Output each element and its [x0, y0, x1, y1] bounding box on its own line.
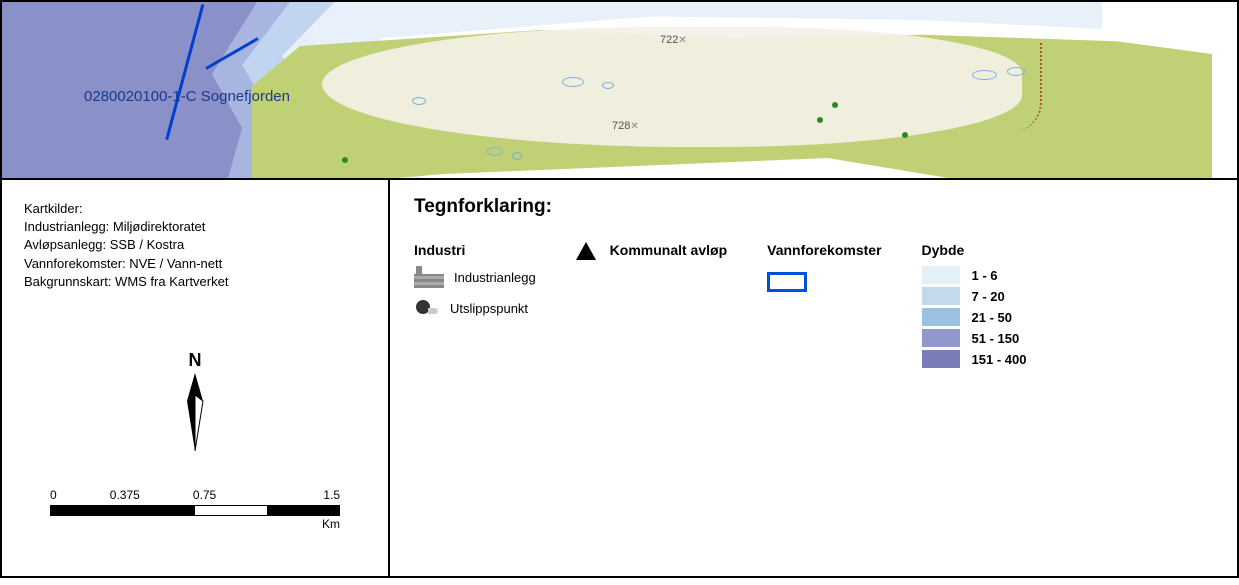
- scale-segment: [51, 506, 123, 515]
- north-arrow-icon: [177, 373, 213, 451]
- lake-outline: [512, 152, 522, 160]
- source-line: Industrianlegg: Miljødirektoratet: [24, 218, 370, 236]
- depth-range-label: 7 - 20: [972, 289, 1005, 304]
- legend-col-vannforekomster: Vannforekomster: [767, 242, 881, 371]
- depth-swatch: [922, 350, 960, 368]
- source-line: Avløpsanlegg: SSB / Kostra: [24, 236, 370, 254]
- scale-segment: [267, 506, 339, 515]
- triangle-icon: [576, 242, 596, 260]
- water-body-label: 0280020100-1-C Sognefjorden: [84, 88, 290, 105]
- depth-item: 151 - 400: [922, 350, 1027, 368]
- scale-tick: 0: [50, 488, 57, 502]
- depth-range-label: 151 - 400: [972, 352, 1027, 367]
- spot-height-cross-icon: ✕: [630, 121, 638, 132]
- spot-height: 722✕: [660, 34, 687, 46]
- depth-range-label: 21 - 50: [972, 310, 1012, 325]
- legend-heading-vannforekomster: Vannforekomster: [767, 242, 881, 258]
- map-green-marker: [342, 157, 348, 163]
- scale-graphic: [50, 505, 340, 516]
- depth-swatch: [922, 308, 960, 326]
- depth-list: 1 - 6 7 - 20 21 - 50 51 - 150: [922, 266, 1027, 368]
- source-line: Vannforekomster: NVE / Vann-nett: [24, 255, 370, 273]
- scale-segment: [195, 506, 267, 515]
- depth-item: 51 - 150: [922, 329, 1027, 347]
- credits-panel: Kartkilder: Industrianlegg: Miljødirekto…: [0, 180, 390, 578]
- legend-col-dybde: Dybde 1 - 6 7 - 20 21 - 50: [922, 242, 1027, 371]
- legend-panel: Tegnforklaring: Industri Industrianlegg …: [390, 180, 1239, 578]
- depth-swatch: [922, 329, 960, 347]
- map-green-marker: [832, 102, 838, 108]
- lake-outline: [602, 82, 614, 89]
- north-label: N: [177, 350, 213, 371]
- scale-tick: 0.75: [193, 488, 216, 502]
- map-sources: Kartkilder: Industrianlegg: Miljødirekto…: [24, 200, 370, 291]
- depth-swatch: [922, 287, 960, 305]
- scale-bar: 0 0.375 0.75 1.5 Km: [50, 488, 340, 531]
- map-green-marker: [817, 117, 823, 123]
- spot-height-value: 722: [660, 34, 678, 46]
- industri-icon: [414, 266, 444, 288]
- scale-labels: 0 0.375 0.75 1.5: [50, 488, 340, 502]
- depth-item: 1 - 6: [922, 266, 1027, 284]
- legend-col-industri: Industri Industrianlegg Utslippspunkt: [414, 242, 536, 371]
- lake-outline: [412, 97, 426, 105]
- scale-unit: Km: [50, 517, 340, 531]
- legend-item-utslippspunkt: Utslippspunkt: [414, 298, 536, 318]
- legend-item-label: Utslippspunkt: [450, 301, 528, 316]
- lake-outline: [562, 77, 584, 87]
- depth-range-label: 1 - 6: [972, 268, 998, 283]
- map-green-marker: [902, 132, 908, 138]
- legend-item-label: Industrianlegg: [454, 270, 536, 285]
- utslipp-icon: [414, 298, 440, 318]
- legend-title: Tegnforklaring:: [414, 196, 1213, 218]
- north-arrow: N: [177, 350, 213, 454]
- dotted-trail: [982, 42, 1042, 132]
- lake-outline: [487, 147, 503, 156]
- spot-height-value: 728: [612, 120, 630, 132]
- vannforekomster-icon: [767, 272, 807, 292]
- scale-tick: 1.5: [323, 488, 340, 502]
- scale-tick: 0.375: [110, 488, 140, 502]
- spot-height: 728✕: [612, 120, 639, 132]
- depth-swatch: [922, 266, 960, 284]
- source-line: Bakgrunnskart: WMS fra Kartverket: [24, 273, 370, 291]
- scale-segment: [123, 506, 195, 515]
- legend-heading-industri: Industri: [414, 242, 536, 258]
- legend-heading-dybde: Dybde: [922, 242, 1027, 258]
- legend-heading-kommunalt: Kommunalt avløp: [610, 242, 727, 258]
- depth-item: 7 - 20: [922, 287, 1027, 305]
- depth-range-label: 51 - 150: [972, 331, 1020, 346]
- legend-item-industrianlegg: Industrianlegg: [414, 266, 536, 288]
- spot-height-cross-icon: ✕: [678, 35, 686, 46]
- depth-item: 21 - 50: [922, 308, 1027, 326]
- sources-title: Kartkilder:: [24, 200, 370, 218]
- legend-col-kommunalt: Kommunalt avløp: [576, 242, 727, 371]
- map-viewport[interactable]: 722✕ 728✕ 0280020100-1-C Sognefjorden: [0, 0, 1239, 180]
